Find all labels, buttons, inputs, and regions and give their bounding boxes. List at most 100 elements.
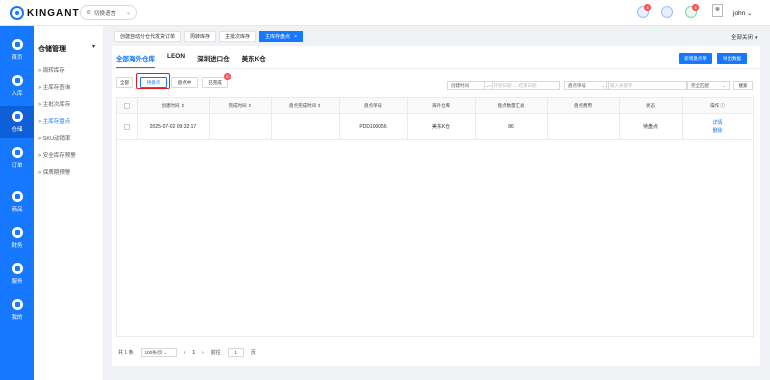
- submenu-title: 仓储管理: [38, 46, 66, 53]
- col-order-no: 盘点单号: [364, 103, 382, 108]
- page-tabs: 创建自动分仓代发货订单 周转库存 主批次库存 主库存盘点 ×: [114, 31, 303, 42]
- close-icon[interactable]: ×: [294, 34, 297, 40]
- page-suffix: 页: [250, 350, 256, 356]
- language-label: 切换语言: [93, 10, 116, 17]
- service-icon[interactable]: 4: [685, 4, 699, 18]
- row-checkbox[interactable]: [124, 124, 130, 130]
- column-divider: [682, 98, 683, 140]
- keyword-input[interactable]: 输入关键字: [606, 81, 687, 90]
- detail-link[interactable]: 详情: [682, 119, 753, 127]
- page-size-select[interactable]: 100条/页 ⌄: [140, 348, 177, 357]
- goto-label: 前往: [210, 350, 221, 356]
- warehouse-tab-shenzhen[interactable]: 深圳进口仓: [197, 53, 230, 69]
- warehouse-tab-us-east[interactable]: 美东K仓: [242, 53, 266, 69]
- status-counting-button[interactable]: 盘点中: [171, 77, 198, 88]
- logo-icon: [10, 6, 24, 20]
- inbound-icon: [11, 75, 23, 86]
- submenu-item-batch-stock[interactable]: > 主批次库存: [38, 100, 70, 108]
- nav-inbound[interactable]: 入库: [0, 70, 34, 102]
- col-finished[interactable]: 完成时间 ⇕: [209, 98, 271, 114]
- cell-fee: [547, 114, 619, 140]
- notif-badge: 4: [644, 4, 651, 11]
- nav-orders[interactable]: 订单: [0, 142, 34, 174]
- goto-page-input[interactable]: 1: [227, 348, 244, 357]
- column-divider: [619, 98, 620, 140]
- top-bar: KINGANT ⚙ 切换语言 ⌄ 4 4 john ⌄: [0, 0, 770, 26]
- submenu-item-sku-rate[interactable]: > SKU动销率: [38, 134, 71, 142]
- warehouse-tab-leon[interactable]: LEON: [167, 53, 185, 69]
- pagination: 共 1 条 100条/页 ⌄ ‹ 1 › 前往 1 页: [118, 348, 256, 357]
- nav-home[interactable]: 首页: [0, 34, 34, 66]
- export-button[interactable]: 导出数据: [717, 53, 747, 64]
- warehouse-icon: [11, 111, 23, 122]
- current-page[interactable]: 1: [192, 350, 195, 356]
- next-page-button[interactable]: ›: [202, 350, 204, 356]
- column-divider: [271, 98, 272, 140]
- submenu-caret-icon[interactable]: ▾: [92, 43, 95, 50]
- bell-icon[interactable]: 4: [637, 4, 651, 18]
- table-header: 创建时间 ⇕ 完成时间 ⇕ 盘点完成时间 ⇕ 盘点单号 海外仓库 盘点数量汇总 …: [117, 98, 753, 114]
- submenu-item-safety-stock[interactable]: > 安全库存预警: [38, 151, 76, 159]
- new-count-button[interactable]: 新增盘点单: [679, 53, 712, 64]
- username[interactable]: john ⌄: [733, 9, 753, 17]
- main-panel: 全部海外仓库 LEON 深圳进口仓 美东K仓 新增盘点单 导出数据 全部 待盘点…: [112, 46, 760, 366]
- col-warehouse: 海外仓库: [432, 103, 450, 108]
- date-range-picker[interactable]: ▭ 开始日期 → 结束日期: [484, 81, 560, 90]
- brand-logo[interactable]: KINGANT: [10, 6, 80, 20]
- cell-actions: 详情 删除: [682, 114, 753, 140]
- column-divider: [475, 98, 476, 140]
- cell-finished: [209, 114, 271, 140]
- cell-count-finished: [271, 114, 339, 140]
- language-switcher[interactable]: ⚙ 切换语言 ⌄: [80, 5, 137, 20]
- message-icon[interactable]: [661, 6, 673, 18]
- chevron-down-icon: ⌄: [601, 83, 605, 88]
- column-divider: [137, 98, 138, 140]
- col-count-finished[interactable]: 盘点完成时间 ⇕: [271, 98, 339, 114]
- field-select[interactable]: 盘点单号 ⌄: [564, 81, 609, 90]
- cell-warehouse: 美东K仓: [431, 124, 451, 130]
- divider: [112, 68, 760, 69]
- order-icon: [11, 147, 23, 158]
- close-all-tabs[interactable]: 全部关闭 ▾: [731, 33, 758, 41]
- nav-mine[interactable]: 我的: [0, 294, 34, 326]
- highlight-box: [136, 73, 170, 89]
- chevron-down-icon: ⌄: [125, 10, 131, 16]
- submenu-item-expiry[interactable]: > 保质期预警: [38, 168, 70, 176]
- home-icon: [11, 39, 23, 50]
- product-icon: [11, 191, 23, 202]
- delete-link[interactable]: 删除: [682, 127, 753, 135]
- user-icon: [11, 299, 23, 310]
- warehouse-tab-all[interactable]: 全部海外仓库: [116, 53, 155, 69]
- search-button[interactable]: 搜索: [733, 81, 753, 90]
- language-icon: ⚙: [86, 9, 91, 16]
- submenu-item-stock-query[interactable]: > 主库存查询: [38, 83, 70, 91]
- finance-icon: [11, 227, 23, 238]
- col-fee: 盘点费用: [574, 103, 592, 108]
- prev-page-button[interactable]: ‹: [184, 350, 186, 356]
- tab-stock-count[interactable]: 主库存盘点 ×: [259, 31, 303, 42]
- nav-products[interactable]: 商品: [0, 186, 34, 218]
- count-table: 创建时间 ⇕ 完成时间 ⇕ 盘点完成时间 ⇕ 盘点单号 海外仓库 盘点数量汇总 …: [116, 97, 754, 337]
- cell-created: 2025-07-02 09:32:17: [149, 124, 197, 130]
- col-created[interactable]: 创建时间 ⇕: [137, 98, 209, 114]
- chevron-down-icon: ⌄: [722, 83, 726, 88]
- col-status: 状态: [646, 103, 655, 108]
- service-nav-icon: [11, 263, 23, 274]
- match-select[interactable]: 完全匹配 ⌄: [687, 81, 730, 90]
- avatar[interactable]: [712, 4, 723, 17]
- submenu-item-turnover[interactable]: > 周转库存: [38, 66, 65, 74]
- nav-service[interactable]: 服务: [0, 258, 34, 290]
- cell-order-no: PDD100056: [359, 124, 387, 130]
- nav-storage[interactable]: 仓储: [0, 106, 34, 138]
- submenu-item-stock-count[interactable]: > 主库存盘点: [38, 117, 70, 125]
- select-all-checkbox[interactable]: [124, 103, 130, 109]
- main-sidebar: 首页 入库 仓储 订单 商品 财务 服务 我的: [0, 26, 34, 380]
- tab-batch-stock[interactable]: 主批次库存: [219, 31, 257, 42]
- col-actions: 操作 ⓘ: [710, 103, 725, 108]
- chevron-down-icon: ▾: [755, 35, 758, 41]
- tab-turnover[interactable]: 周转库存: [184, 31, 217, 42]
- status-all-button[interactable]: 全部: [116, 77, 133, 88]
- nav-finance[interactable]: 财务: [0, 222, 34, 254]
- tab-auto-order[interactable]: 创建自动分仓代发货订单: [114, 31, 182, 42]
- col-qty-total: 盘点数量汇总: [497, 103, 525, 108]
